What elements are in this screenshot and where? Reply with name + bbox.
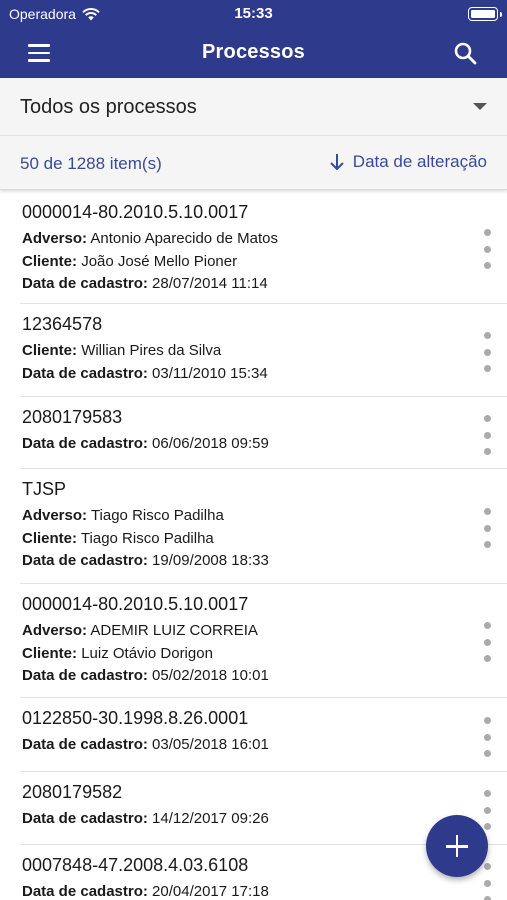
list-item[interactable]: 0000014-80.2010.5.10.0017 Adverso: ADEMI…	[20, 584, 507, 698]
more-options-icon[interactable]	[481, 717, 493, 757]
more-options-icon[interactable]	[481, 863, 493, 900]
adverso-label: Adverso:	[22, 230, 88, 247]
status-time: 15:33	[234, 5, 273, 22]
more-options-icon[interactable]	[481, 229, 493, 269]
sort-bar: 50 de 1288 item(s) Data de alteração	[0, 135, 507, 190]
app-bar: Processos	[0, 28, 507, 78]
process-number: 0000014-80.2010.5.10.0017	[22, 202, 249, 222]
cliente-value: Luiz Otávio Dorigon	[81, 644, 213, 662]
adverso-label: Adverso:	[22, 507, 88, 524]
sort-button[interactable]: Data de alteração	[329, 152, 487, 172]
cliente-label: Cliente:	[22, 529, 78, 547]
cliente-line: Cliente: João José Mello Pioner	[22, 251, 507, 274]
date-label: Data de cadastro:	[22, 667, 148, 684]
adverso-value: Antonio Aparecido de Matos	[90, 230, 278, 247]
list-item[interactable]: 0000014-80.2010.5.10.0017 Adverso: Anton…	[20, 192, 507, 304]
adverso-value: Tiago Risco Padilha	[90, 507, 224, 524]
cliente-label: Cliente:	[22, 252, 78, 270]
more-options-icon[interactable]	[481, 508, 493, 548]
process-number: 2080179582	[22, 782, 123, 802]
date-label: Data de cadastro:	[22, 883, 148, 900]
cliente-line: Cliente: Willian Pires da Silva	[22, 340, 507, 363]
list-item[interactable]: 0122850-30.1998.8.26.0001 Data de cadast…	[20, 698, 507, 772]
date-value: 14/12/2017 09:26	[152, 810, 269, 827]
more-options-icon[interactable]	[481, 332, 493, 372]
cliente-label: Cliente:	[22, 342, 78, 359]
add-process-button[interactable]	[426, 815, 488, 877]
date-line: Data de cadastro: 28/07/2014 11:14	[22, 273, 507, 296]
page-title: Processos	[202, 41, 305, 63]
process-number: 0000014-80.2010.5.10.0017	[22, 594, 249, 614]
adverso-value: ADEMIR LUIZ CORREIA	[90, 622, 258, 639]
date-label: Data de cadastro:	[22, 364, 148, 382]
date-line: Data de cadastro: 19/09/2008 18:33	[22, 550, 507, 573]
date-value: 28/07/2014 11:14	[152, 275, 268, 292]
date-value: 19/09/2008 18:33	[152, 552, 269, 569]
date-label: Data de cadastro:	[22, 552, 148, 569]
date-line: Data de cadastro: 03/11/2010 15:34	[22, 363, 507, 386]
process-number: 0122850-30.1998.8.26.0001	[22, 708, 249, 728]
list-item[interactable]: TJSP Adverso: Tiago Risco Padilha Client…	[20, 469, 507, 584]
cliente-value: João José Mello Pioner	[81, 252, 238, 270]
caret-down-icon	[473, 103, 487, 110]
date-label: Data de cadastro:	[22, 736, 148, 753]
search-icon[interactable]	[451, 39, 481, 69]
process-number: 12364578	[22, 314, 103, 334]
filter-selected-label: Todos os processos	[20, 96, 197, 118]
more-options-icon[interactable]	[481, 415, 493, 455]
process-number: TJSP	[22, 479, 67, 499]
date-line: Data de cadastro: 20/04/2017 17:18	[22, 881, 507, 900]
adverso-label: Adverso:	[22, 622, 88, 639]
adverso-line: Adverso: Tiago Risco Padilha	[22, 505, 507, 528]
more-options-icon[interactable]	[481, 790, 493, 830]
cliente-value: Willian Pires da Silva	[81, 342, 222, 359]
status-bar: Operadora 15:33	[0, 0, 507, 28]
list-item[interactable]: 12364578 Cliente: Willian Pires da Silva…	[20, 304, 507, 397]
list-item[interactable]: 2080179583 Data de cadastro: 06/06/2018 …	[20, 397, 507, 469]
date-value: 20/04/2017 17:18	[152, 883, 269, 900]
date-label: Data de cadastro:	[22, 275, 148, 292]
date-value: 03/11/2010 15:34	[152, 364, 268, 382]
cliente-line: Cliente: Tiago Risco Padilha	[22, 528, 507, 551]
arrow-down-icon	[330, 154, 344, 170]
process-list: 0000014-80.2010.5.10.0017 Adverso: Anton…	[0, 192, 507, 900]
date-line: Data de cadastro: 06/06/2018 09:59	[22, 433, 507, 456]
cliente-label: Cliente:	[22, 644, 78, 662]
adverso-line: Adverso: Antonio Aparecido de Matos	[22, 228, 507, 251]
date-value: 06/06/2018 09:59	[152, 435, 269, 452]
adverso-line: Adverso: ADEMIR LUIZ CORREIA	[22, 620, 507, 643]
item-count: 50 de 1288 item(s)	[20, 154, 162, 173]
process-filter-dropdown[interactable]: Todos os processos	[0, 78, 507, 135]
date-value: 05/02/2018 10:01	[152, 667, 269, 684]
date-label: Data de cadastro:	[22, 810, 148, 827]
cliente-value: Tiago Risco Padilha	[80, 529, 214, 547]
process-number: 2080179583	[22, 407, 123, 427]
date-value: 03/05/2018 16:01	[152, 736, 269, 753]
sort-label: Data de alteração	[352, 152, 487, 171]
date-line: Data de cadastro: 03/05/2018 16:01	[22, 734, 507, 757]
date-line: Data de cadastro: 05/02/2018 10:01	[22, 665, 507, 688]
cliente-line: Cliente: Luiz Otávio Dorigon	[22, 643, 507, 666]
more-options-icon[interactable]	[481, 622, 493, 662]
battery-icon	[468, 7, 502, 21]
date-label: Data de cadastro:	[22, 435, 148, 452]
